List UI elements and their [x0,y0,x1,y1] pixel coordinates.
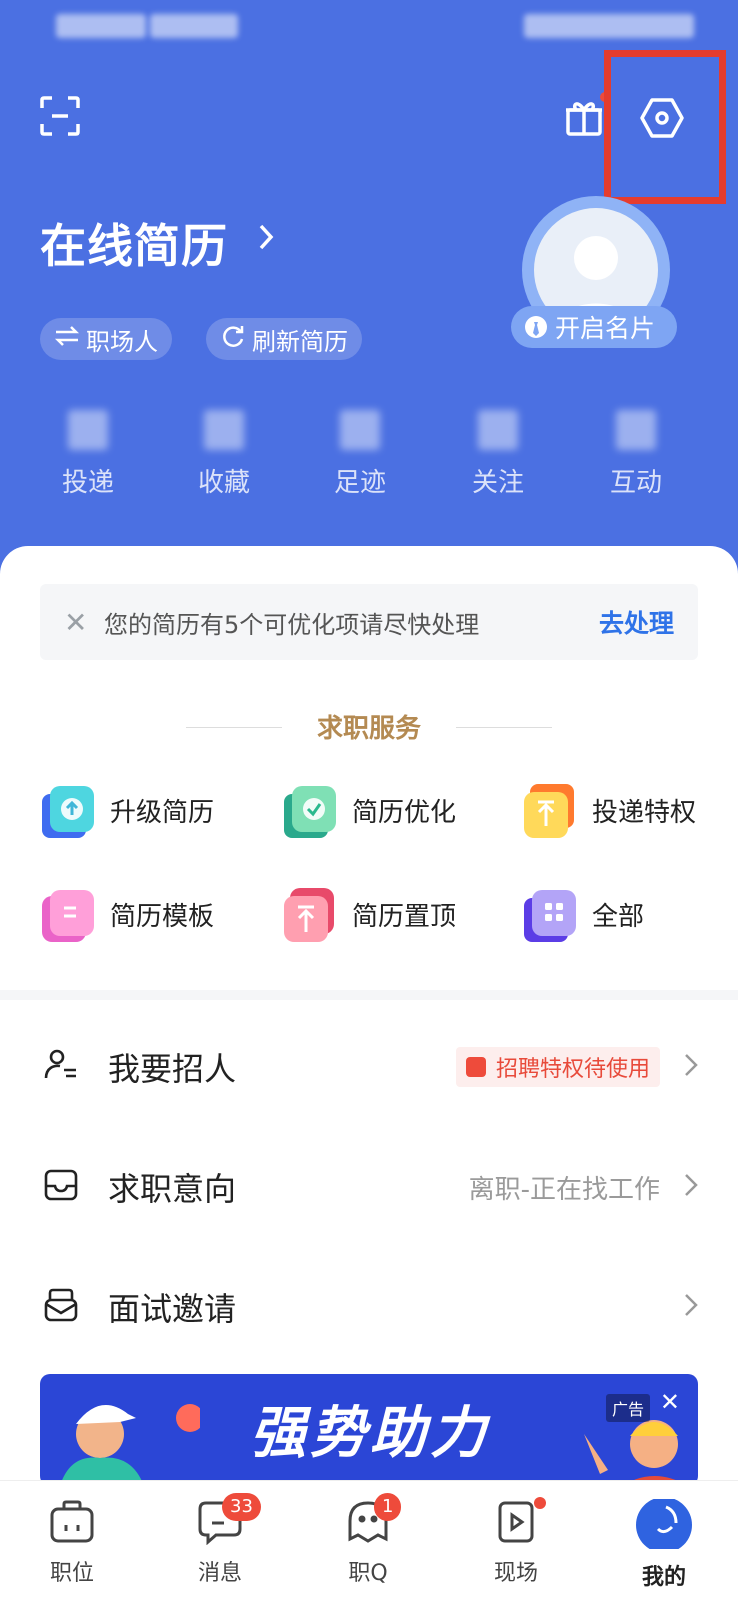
tab-jobs-label: 职位 [49,1561,94,1586]
chevron-right-icon [684,1173,698,1201]
stat-interact[interactable]: 互动 [586,410,686,499]
service-deliver-privilege[interactable]: 投递特权 [524,784,697,838]
recruit-badge-text: 招聘特权待使用 [495,1057,650,1082]
banner-text: 强势助力 [250,1401,490,1466]
divider-right [456,727,552,728]
mail-icon [44,1288,78,1326]
messages-count-badge: 33 [222,1493,261,1521]
resume-template-icon [42,888,94,942]
row-recruit-label: 我要招人 [108,1050,237,1088]
resume-notice: ✕ 您的简历有5个可优化项请尽快处理 去处理 [40,584,698,660]
stat-footprint[interactable]: 足迹 [310,410,410,499]
row-interview-invite[interactable]: 面试邀请 [0,1262,738,1352]
tab-q-label: 职Q [348,1561,388,1586]
section-title: 求职服务 [316,714,421,744]
switch-arrows-icon [54,325,86,353]
service-deliver-privilege-label: 投递特权 [592,797,697,828]
row-recruit[interactable]: 我要招人 招聘特权待使用 [0,1022,738,1112]
resume-optimize-icon [284,784,336,838]
row-interview-label: 面试邀请 [108,1290,237,1328]
service-resume-template-label: 简历模板 [110,901,215,932]
tab-live[interactable]: 现场 [456,1497,576,1587]
upgrade-resume-icon [42,784,94,838]
close-icon[interactable]: ✕ [660,1388,680,1416]
refresh-resume-pill[interactable]: 刷新简历 [206,318,362,360]
row-job-intent-label: 求职意向 [108,1170,237,1208]
deliver-privilege-icon [524,784,576,838]
bottom-tab-bar: 职位 消息 33 职Q 1 现场 我的 [0,1480,738,1601]
q-count-badge: 1 [374,1493,402,1521]
stat-deliver-label: 投递 [61,468,114,498]
stat-deliver-value [68,410,108,450]
stat-deliver[interactable]: 投递 [38,410,138,499]
stat-follow-value [478,410,518,450]
ad-banner[interactable]: 强势助力 广告 ✕ [40,1374,698,1486]
chevron-right-icon [684,1053,698,1081]
tab-messages[interactable]: 消息 33 [160,1493,280,1587]
banner-person-left [60,1404,200,1486]
tab-mine-label: 我的 [641,1565,686,1590]
service-all-label: 全部 [592,901,645,932]
identity-pill[interactable]: 职场人 [40,318,172,360]
live-dot [534,1497,546,1509]
stat-footprint-label: 足迹 [333,468,386,498]
tab-jobs[interactable]: 职位 [12,1499,132,1587]
online-resume-title[interactable]: 在线简历 [40,210,228,276]
close-icon[interactable]: ✕ [64,606,88,639]
tab-live-label: 现场 [493,1561,538,1586]
stat-follow-label: 关注 [471,468,524,498]
identity-pill-label: 职场人 [86,327,158,356]
gift-icon[interactable] [564,92,610,142]
refresh-resume-label: 刷新简历 [252,327,348,356]
service-resume-top[interactable]: 简历置顶 [284,888,457,942]
row-job-intent[interactable]: 求职意向 离职-正在找工作 [0,1142,738,1232]
service-upgrade-resume[interactable]: 升级简历 [42,784,215,838]
tab-messages-label: 消息 [197,1561,242,1586]
service-resume-top-label: 简历置顶 [352,901,457,932]
resume-top-icon [284,888,336,942]
stat-footprint-value [340,410,380,450]
stat-interact-label: 互动 [609,468,662,498]
tab-q[interactable]: 职Q 1 [308,1493,428,1587]
stat-interact-value [616,410,656,450]
section-divider [0,990,738,1000]
tab-mine[interactable]: 我的 [604,1497,724,1591]
service-upgrade-resume-label: 升级简历 [110,797,215,828]
all-grid-icon [524,888,576,942]
notice-message: 您的简历有5个可优化项请尽快处理 [104,610,480,639]
chevron-right-icon [258,222,274,256]
mine-icon [636,1497,692,1553]
inbox-icon [44,1168,78,1206]
chevron-right-icon [684,1293,698,1321]
job-intent-value: 离职-正在找工作 [468,1174,660,1205]
open-card-button[interactable]: 开启名片 [511,306,677,348]
badge-square-icon [465,1057,486,1077]
play-doc-icon [498,1501,534,1543]
stat-follow[interactable]: 关注 [448,410,548,499]
tie-icon [525,316,547,338]
stat-favorite-label: 收藏 [197,468,250,498]
recruit-privilege-badge: 招聘特权待使用 [455,1047,660,1087]
stat-favorite-value [204,410,244,450]
profile-header: 在线简历 职场人 刷新简历 开启名片 投递 收藏 足迹 关注 互动 [0,0,738,620]
open-card-label: 开启名片 [555,314,656,343]
service-all[interactable]: 全部 [524,888,645,942]
notice-action-button[interactable]: 去处理 [599,604,674,640]
banner-person-right [584,1420,688,1486]
highlight-box [604,50,726,204]
recruit-person-icon [44,1048,78,1086]
service-resume-optimize-label: 简历优化 [352,797,457,828]
briefcase-icon [50,1500,94,1543]
refresh-icon [220,323,252,355]
stat-favorite[interactable]: 收藏 [174,410,274,499]
scan-icon[interactable] [40,96,80,140]
service-resume-template[interactable]: 简历模板 [42,888,215,942]
service-resume-optimize[interactable]: 简历优化 [284,784,457,838]
ad-label: 广告 [605,1394,650,1422]
